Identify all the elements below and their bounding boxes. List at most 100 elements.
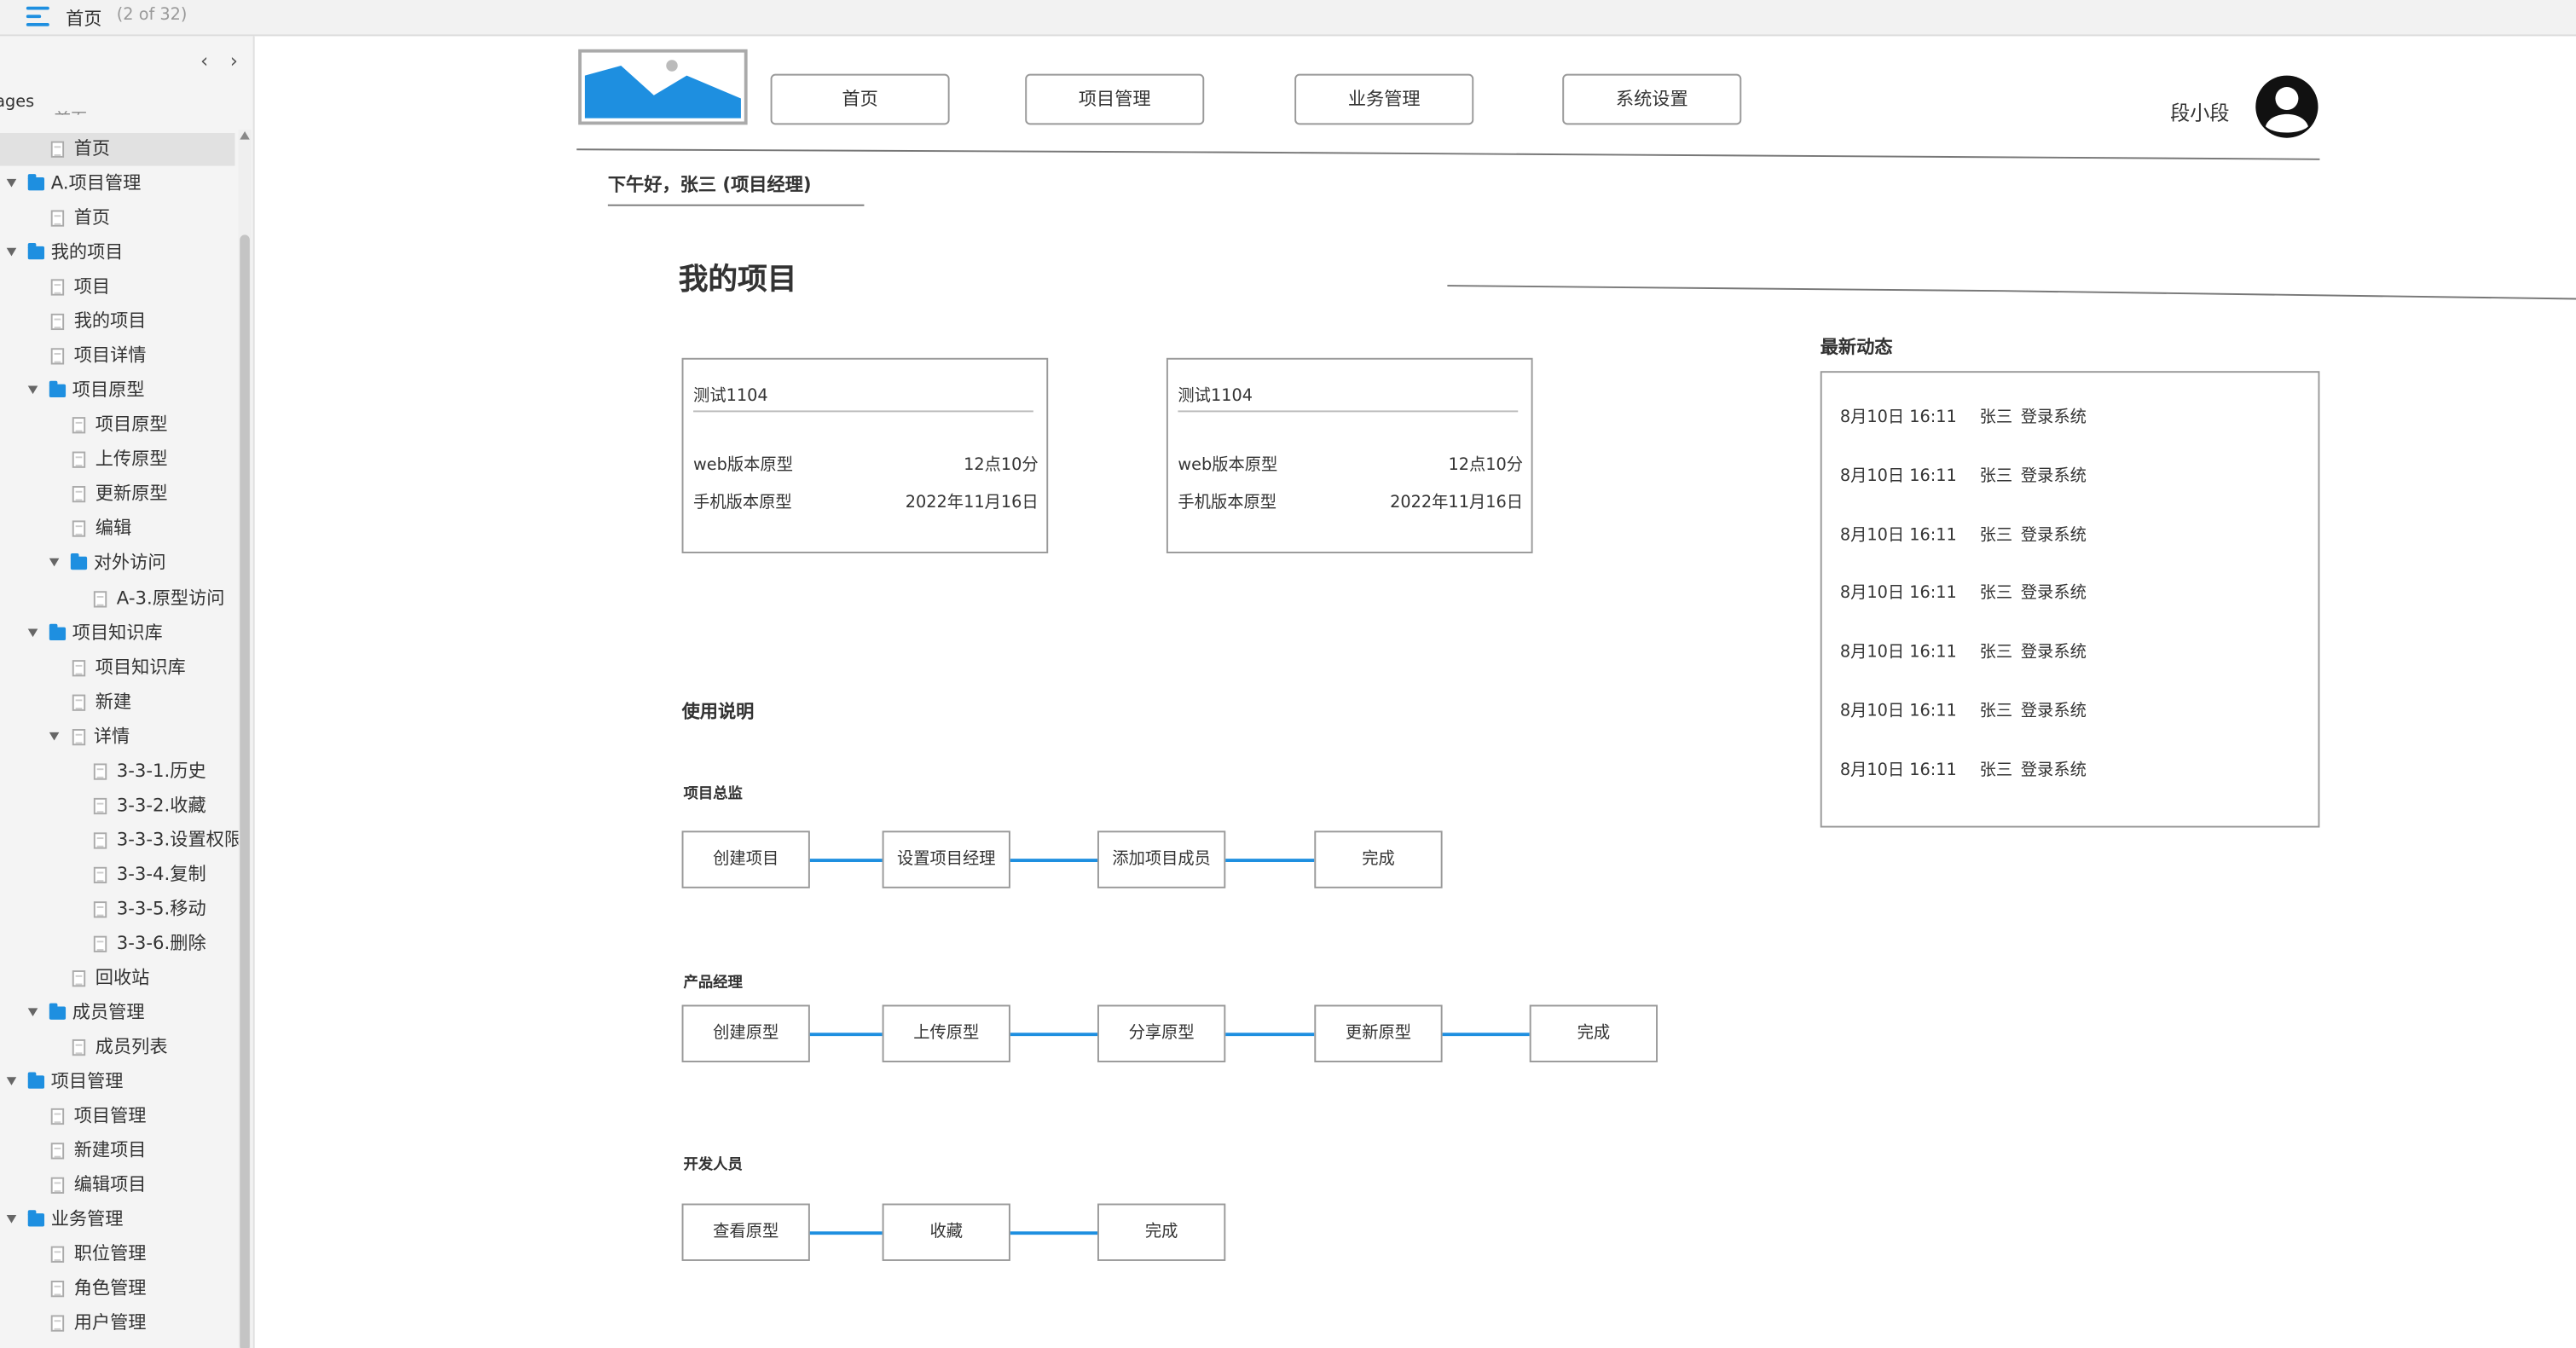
sidebar-item[interactable]: 3-3-1.历史 [0,755,235,788]
greeting-text: 下午好，张三 (项目经理) [607,174,812,196]
sidebar-item[interactable]: 项目管理 [0,1100,235,1133]
sidebar-item[interactable]: A-3.原型访问 [0,582,235,616]
sidebar-item[interactable]: A.项目管理 [0,167,235,200]
usage-title: 使用说明 [681,701,755,723]
mobile-prototype-label[interactable]: 手机版本原型 [1178,488,1276,512]
chevron-left-icon[interactable]: ‹ [200,49,208,72]
scroll-up-icon[interactable] [240,131,250,140]
sidebar-item[interactable]: 3-3-5.移动 [0,893,235,926]
expand-arrow-icon[interactable] [49,558,60,568]
scroll-thumb[interactable] [240,234,250,1348]
sidebar-item-label: 职位管理 [73,1243,147,1265]
web-prototype-label[interactable]: web版本原型 [1178,450,1277,474]
chevron-right-icon[interactable]: › [230,49,238,72]
page-icon [72,452,86,469]
sidebar-item[interactable]: 项目管理 [0,1066,235,1099]
sidebar-item[interactable]: 3-3-4.复制 [0,859,235,892]
sidebar-item[interactable]: 3-3-6.删除 [0,928,235,961]
page-icon [93,866,107,883]
sidebar-item[interactable]: 首页 [0,202,235,235]
activity-action: 登录系统 [2020,585,2087,604]
expand-arrow-icon[interactable] [27,1008,38,1017]
expand-arrow-icon[interactable] [6,247,17,257]
sidebar-item[interactable]: 详情 [0,720,235,754]
sidebar-item[interactable]: 项目知识库 [0,616,235,650]
sidebar-item-label: 3-3-4.复制 [116,863,206,885]
sidebar-item[interactable]: 首页 [0,132,235,166]
expand-arrow-icon[interactable] [27,628,38,637]
sidebar-item[interactable]: 项目详情 [0,340,235,373]
expand-arrow-icon[interactable] [49,732,60,740]
sidebar-item-label: 项目知识库 [95,656,186,678]
user-avatar-icon[interactable] [2254,74,2319,140]
sidebar-item[interactable]: 新建项目 [0,1135,235,1168]
sidebar-item[interactable]: 我的项目 [0,306,235,339]
sidebar-item[interactable]: 项目知识库 [0,651,235,685]
sidebar-item[interactable]: 成员列表 [0,1031,235,1064]
activity-action: 登录系统 [2020,761,2087,780]
nav-project-management-button[interactable]: 项目管理 [1025,73,1205,125]
sidebar-item[interactable]: 回收站 [0,962,235,995]
flow-step[interactable]: 查看原型 [681,1203,810,1261]
sidebar-item-label: 我的项目 [50,241,124,263]
flow-step[interactable]: 设置项目经理 [882,830,1010,888]
web-prototype-time: 12点10分 [1448,456,1524,475]
flow-step[interactable]: 分享原型 [1097,1004,1226,1062]
expand-arrow-icon[interactable] [6,1215,17,1224]
flow-step[interactable]: 更新原型 [1314,1004,1443,1062]
expand-arrow-icon[interactable] [6,178,17,188]
web-prototype-label[interactable]: web版本原型 [693,450,793,474]
flow-step[interactable]: 添加项目成员 [1097,830,1226,888]
flow-step[interactable]: 收藏 [882,1203,1010,1261]
expand-arrow-icon[interactable] [6,1077,17,1086]
flow-step[interactable]: 完成 [1529,1004,1658,1062]
sidebar-item[interactable]: 项目原型 [0,409,235,443]
sidebar-item[interactable]: 上传原型 [0,444,235,477]
sidebar-item[interactable]: 职位管理 [0,1238,235,1271]
mobile-prototype-label[interactable]: 手机版本原型 [693,488,792,512]
project-name[interactable]: 测试1104 [693,381,768,405]
image-placeholder-icon [584,60,741,119]
nav-business-management-button[interactable]: 业务管理 [1294,73,1474,125]
flow-step[interactable]: 创建原型 [681,1004,810,1062]
menu-icon[interactable] [26,6,49,28]
sidebar-item[interactable]: 新建 [0,686,235,719]
sidebar-item-cut: 首页 [55,105,90,115]
sidebar-item[interactable]: 编辑 [0,513,235,547]
sidebar-item[interactable]: 编辑项目 [0,1169,235,1202]
nav-system-settings-button[interactable]: 系统设置 [1562,73,1742,125]
nav-home-button[interactable]: 首页 [770,73,950,125]
flow-step[interactable]: 完成 [1097,1203,1226,1261]
sidebar-item[interactable]: 项目 [0,271,235,304]
expand-arrow-icon[interactable] [27,386,38,395]
sidebar-item[interactable]: 3-3-2.收藏 [0,790,235,823]
sidebar-item[interactable]: 业务管理 [0,1204,235,1237]
username[interactable]: 段小段 [2170,99,2229,127]
sidebar-item-label: A.项目管理 [50,172,142,194]
folder-icon [27,243,45,260]
page-icon [50,141,65,158]
sidebar-item-label: 成员列表 [95,1036,168,1058]
activity-time: 8月10日 16:11 [1839,703,1957,721]
sidebar-item[interactable]: 我的项目 [0,237,235,270]
flow-step[interactable]: 上传原型 [882,1004,1010,1062]
page-icon [50,1108,65,1125]
sidebar-item-label: 角色管理 [73,1277,147,1299]
sidebar-item-label: 项目 [73,275,111,298]
sidebar-item[interactable]: 对外访问 [0,547,235,581]
card-divider [1178,410,1519,413]
project-card[interactable]: 测试1104 web版本原型 12点10分 手机版本原型 2022年11月16日 [681,357,1049,553]
sidebar-scrollbar[interactable] [238,130,252,1348]
flow-step[interactable]: 创建项目 [681,830,810,888]
flow-step[interactable]: 完成 [1314,830,1443,888]
project-card[interactable]: 测试1104 web版本原型 12点10分 手机版本原型 2022年11月16日 [1166,357,1533,553]
project-name[interactable]: 测试1104 [1178,381,1253,405]
page-icon [93,831,107,849]
sidebar-item[interactable]: 3-3-3.设置权限 [0,824,242,857]
folder-icon [49,381,67,398]
sidebar-item[interactable]: 更新原型 [0,478,235,512]
sidebar-item[interactable]: 成员管理 [0,997,235,1030]
sidebar-item[interactable]: 角色管理 [0,1273,235,1306]
sidebar-item[interactable]: 用户管理 [0,1308,235,1341]
sidebar-item[interactable]: 项目原型 [0,375,235,408]
